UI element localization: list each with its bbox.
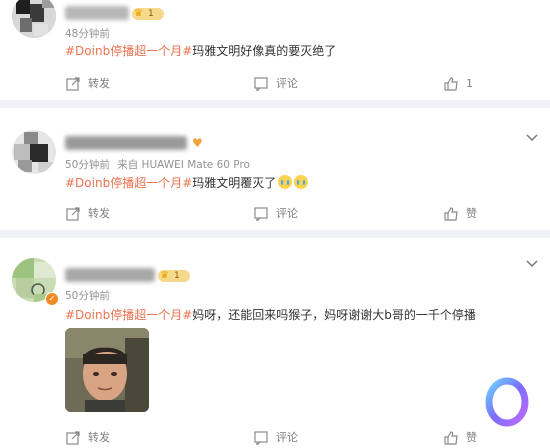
level-number: 1 xyxy=(148,9,154,19)
verified-badge-icon: ✓ xyxy=(45,292,59,306)
avatar[interactable] xyxy=(12,130,56,174)
post-time[interactable]: 50分钟前 xyxy=(65,290,110,302)
repost-label: 转发 xyxy=(88,431,110,444)
post-text: 玛雅文明覆灭了 xyxy=(192,176,277,190)
like-button[interactable]: 1 xyxy=(444,74,484,94)
post-time[interactable]: 48分钟前 xyxy=(65,28,110,40)
thumbs-up-icon xyxy=(444,431,458,445)
repost-icon xyxy=(66,207,80,221)
post-meta: 50分钟前 来自 HUAWEI Mate 60 Pro xyxy=(65,157,254,172)
post-actions: 转发 评论 赞 xyxy=(0,204,550,224)
post-content: #Doinb停播超一个月#玛雅文明覆灭了 xyxy=(65,174,309,191)
crown-icon: ♛ xyxy=(160,270,169,281)
chevron-down-icon[interactable] xyxy=(524,132,540,144)
assistant-ring-icon xyxy=(481,376,533,428)
username-blurred[interactable] xyxy=(65,6,129,20)
repost-label: 转发 xyxy=(88,77,110,90)
feed-divider xyxy=(0,230,550,238)
repost-button[interactable]: 转发 xyxy=(66,428,126,448)
avatar-image xyxy=(12,130,56,174)
like-button[interactable]: 赞 xyxy=(444,204,484,224)
like-label: 赞 xyxy=(466,207,477,220)
repost-icon xyxy=(66,77,80,91)
username-blurred[interactable] xyxy=(65,268,155,282)
post-actions: 转发 评论 1 xyxy=(0,74,550,94)
comment-button[interactable]: 评论 xyxy=(254,428,314,448)
comment-icon xyxy=(254,207,268,221)
post-card: ♥ 50分钟前 来自 HUAWEI Mate 60 Pro #Doinb停播超一… xyxy=(0,108,550,230)
floating-assistant-button[interactable] xyxy=(478,373,536,431)
post-content: #Doinb停播超一个月#妈呀，还能回来吗猴子，妈呀谢谢大b哥的一千个停播 xyxy=(65,306,476,323)
avatar[interactable] xyxy=(12,0,56,38)
like-label: 赞 xyxy=(466,431,477,444)
thumbs-up-icon xyxy=(444,77,458,91)
repost-button[interactable]: 转发 xyxy=(66,204,126,224)
member-level-badge: ♛ 1 xyxy=(132,8,164,20)
post-card: ♛ 1 48分钟前 #Doinb停播超一个月#玛雅文明好像真的要灭绝了 转发 评… xyxy=(0,0,550,100)
photo-person xyxy=(65,328,149,412)
comment-button[interactable]: 评论 xyxy=(254,204,314,224)
member-level-badge: ♛ 1 xyxy=(158,270,190,282)
comment-icon xyxy=(254,77,268,91)
post-image[interactable] xyxy=(65,328,149,412)
post-actions: 转发 评论 赞 xyxy=(0,428,550,448)
post-meta: 50分钟前 xyxy=(65,288,114,303)
comment-label: 评论 xyxy=(276,431,298,444)
post-meta: 48分钟前 xyxy=(65,26,114,41)
crown-icon: ♛ xyxy=(134,8,143,19)
level-number: 1 xyxy=(174,271,180,281)
avatar-image xyxy=(12,0,56,38)
like-count: 1 xyxy=(466,77,473,90)
post-text: 玛雅文明好像真的要灭绝了 xyxy=(192,44,337,58)
post-time[interactable]: 50分钟前 xyxy=(65,159,110,171)
comment-button[interactable]: 评论 xyxy=(254,74,314,94)
post-source: 来自 HUAWEI Mate 60 Pro xyxy=(117,159,250,171)
crying-face-emoji xyxy=(294,175,309,189)
comment-label: 评论 xyxy=(276,207,298,220)
repost-icon xyxy=(66,431,80,445)
repost-button[interactable]: 转发 xyxy=(66,74,126,94)
username-blurred[interactable] xyxy=(65,136,187,150)
comment-icon xyxy=(254,431,268,445)
fan-badge-icon: ♥ xyxy=(192,136,203,150)
chevron-down-icon[interactable] xyxy=(524,258,540,270)
feed-divider xyxy=(0,100,550,108)
post-text: 妈呀，还能回来吗猴子，妈呀谢谢大b哥的一千个停播 xyxy=(192,308,476,322)
hashtag-link[interactable]: #Doinb停播超一个月# xyxy=(65,44,192,58)
crying-face-emoji xyxy=(278,175,293,189)
hashtag-link[interactable]: #Doinb停播超一个月# xyxy=(65,176,192,190)
comment-label: 评论 xyxy=(276,77,298,90)
hashtag-link[interactable]: #Doinb停播超一个月# xyxy=(65,308,192,322)
repost-label: 转发 xyxy=(88,207,110,220)
thumbs-up-icon xyxy=(444,207,458,221)
post-content: #Doinb停播超一个月#玛雅文明好像真的要灭绝了 xyxy=(65,42,336,59)
